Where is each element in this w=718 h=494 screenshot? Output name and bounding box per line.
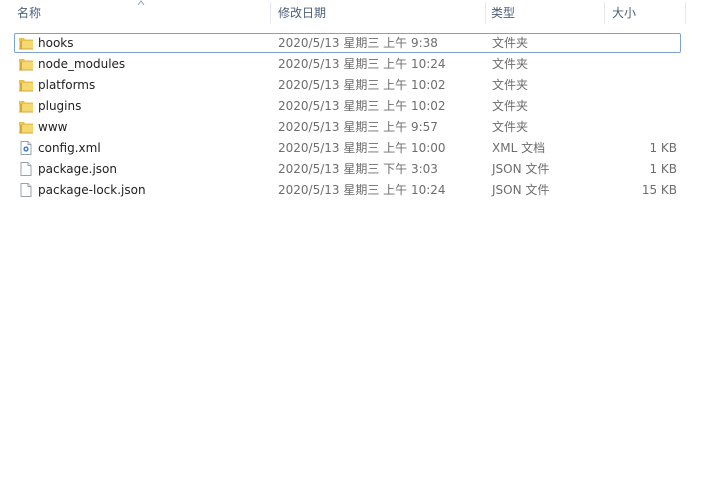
file-date-modified: 2020/5/13 星期三 上午 10:00 bbox=[278, 141, 446, 155]
column-header-bar: 名称 修改日期 类型 大小 bbox=[0, 0, 718, 26]
file-name: node_modules bbox=[38, 57, 126, 71]
file-name: package-lock.json bbox=[38, 183, 146, 197]
file-type: 文件夹 bbox=[492, 78, 529, 92]
folder-icon bbox=[18, 98, 34, 114]
file-row[interactable]: hooks 2020/5/13 星期三 上午 9:38 文件夹 bbox=[14, 33, 681, 53]
column-header-size-label: 大小 bbox=[612, 6, 637, 20]
file-date-modified: 2020/5/13 星期三 上午 9:57 bbox=[278, 120, 438, 134]
file-date-modified: 2020/5/13 星期三 下午 3:03 bbox=[278, 162, 438, 176]
xml-file-icon bbox=[18, 140, 34, 156]
column-header-name-label: 名称 bbox=[17, 6, 42, 20]
folder-icon bbox=[18, 35, 34, 51]
column-divider[interactable] bbox=[685, 2, 686, 24]
file-name: plugins bbox=[38, 99, 82, 113]
sort-ascending-icon bbox=[137, 0, 145, 6]
file-date-modified: 2020/5/13 星期三 上午 10:02 bbox=[278, 78, 446, 92]
file-name: platforms bbox=[38, 78, 96, 92]
folder-icon bbox=[18, 77, 34, 93]
file-date-modified: 2020/5/13 星期三 上午 10:24 bbox=[278, 183, 446, 197]
file-type: XML 文档 bbox=[492, 141, 546, 155]
file-name: package.json bbox=[38, 162, 118, 176]
file-size: 15 KB bbox=[641, 183, 677, 197]
file-row[interactable]: platforms 2020/5/13 星期三 上午 10:02 文件夹 bbox=[14, 75, 681, 95]
file-row[interactable]: node_modules 2020/5/13 星期三 上午 10:24 文件夹 bbox=[14, 54, 681, 74]
file-type: JSON 文件 bbox=[492, 183, 550, 197]
column-divider[interactable] bbox=[604, 2, 605, 24]
file-name: hooks bbox=[38, 36, 74, 50]
file-type: 文件夹 bbox=[492, 99, 529, 113]
file-row[interactable]: package-lock.json 2020/5/13 星期三 上午 10:24 J… bbox=[14, 180, 681, 200]
column-header-type[interactable]: 类型 bbox=[487, 0, 605, 26]
folder-icon bbox=[18, 119, 34, 135]
file-icon bbox=[18, 161, 34, 177]
file-size: 1 KB bbox=[649, 141, 677, 155]
column-header-size[interactable]: 大小 bbox=[608, 0, 686, 26]
file-type: 文件夹 bbox=[492, 36, 529, 50]
file-date-modified: 2020/5/13 星期三 上午 10:02 bbox=[278, 99, 446, 113]
column-header-date-label: 修改日期 bbox=[278, 6, 327, 20]
file-name: config.xml bbox=[38, 141, 101, 155]
file-type: 文件夹 bbox=[492, 57, 529, 71]
column-divider[interactable] bbox=[270, 2, 271, 24]
file-date-modified: 2020/5/13 星期三 上午 10:24 bbox=[278, 57, 446, 71]
file-row[interactable]: www 2020/5/13 星期三 上午 9:57 文件夹 bbox=[14, 117, 681, 137]
file-icon bbox=[18, 182, 34, 198]
file-row[interactable]: plugins 2020/5/13 星期三 上午 10:02 文件夹 bbox=[14, 96, 681, 116]
file-date-modified: 2020/5/13 星期三 上午 9:38 bbox=[278, 36, 438, 50]
file-type: 文件夹 bbox=[492, 120, 529, 134]
column-header-date[interactable]: 修改日期 bbox=[274, 0, 486, 26]
file-row[interactable]: package.json 2020/5/13 星期三 下午 3:03 JSON 文件… bbox=[14, 159, 681, 179]
folder-icon bbox=[18, 56, 34, 72]
column-header-type-label: 类型 bbox=[491, 6, 516, 20]
file-size: 1 KB bbox=[649, 162, 677, 176]
file-type: JSON 文件 bbox=[492, 162, 550, 176]
file-name: www bbox=[38, 120, 68, 134]
file-row[interactable]: config.xml 2020/5/13 星期三 上午 10:00 XML 文档 1 … bbox=[14, 138, 681, 158]
column-divider[interactable] bbox=[485, 2, 486, 24]
